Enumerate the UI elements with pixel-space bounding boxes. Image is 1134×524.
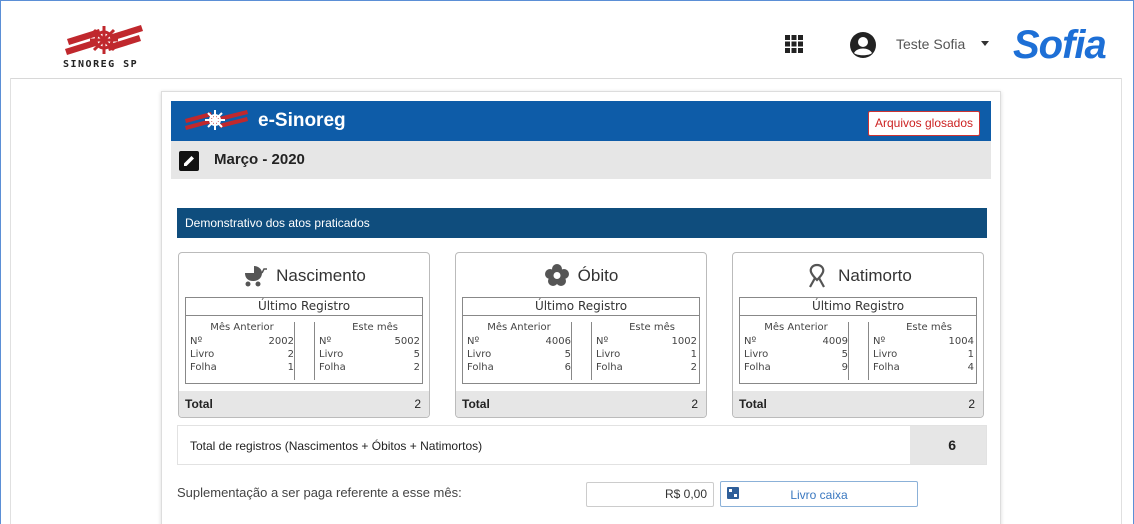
user-name[interactable]: Teste Sofia (896, 36, 965, 52)
column-header: Este mês (352, 322, 398, 333)
column-header: Este mês (906, 322, 952, 333)
n-label: Nº (873, 336, 886, 347)
suplementacao-value-field[interactable]: R$ 0,00 (586, 482, 714, 507)
total-registros-value: 6 (948, 437, 956, 453)
este-mes-column: Este mês Nº 1002 Livro 1 Folha 2 (591, 322, 697, 380)
box-total-row: Total 2 (179, 391, 429, 417)
registro-header: Último Registro (186, 298, 422, 316)
folha-label: Folha (596, 362, 623, 373)
registro-header: Último Registro (463, 298, 699, 316)
logo-text: SINOREG SP (63, 59, 139, 70)
total-registros-value-box: 6 (910, 426, 986, 464)
apps-grid-icon[interactable] (784, 34, 804, 54)
caret-down-icon[interactable] (981, 41, 989, 46)
top-bar: SINOREG SP Teste Sofia Sofia (1, 1, 1133, 77)
n-label: Nº (744, 336, 757, 347)
flower-icon (544, 264, 569, 286)
este-mes-column: Este mês Nº 1004 Livro 1 Folha 4 (868, 322, 974, 380)
period-label: Março - 2020 (214, 151, 305, 168)
n-value: 4006 (545, 336, 571, 347)
livro-value: 1 (690, 349, 697, 360)
mes-anterior-column: Mês Anterior Nº 2002 Livro 2 Folha 1 (190, 322, 295, 380)
column-header: Este mês (629, 322, 675, 333)
main-card: e-Sinoreg Arquivos glosados Março - 2020… (161, 91, 1001, 524)
card-header: e-Sinoreg Arquivos glosados (171, 101, 991, 141)
folha-label: Folha (467, 362, 494, 373)
livro-caixa-label: Livro caixa (790, 488, 848, 502)
este-mes-column: Este mês Nº 5002 Livro 5 Folha 2 (314, 322, 420, 380)
n-value: 1002 (671, 336, 697, 347)
folha-label: Folha (744, 362, 771, 373)
box-title-row: Óbito (456, 263, 706, 289)
app-window: SINOREG SP Teste Sofia Sofia e-Sinoreg A… (0, 0, 1134, 524)
livro-label: Livro (467, 349, 492, 360)
column-header: Mês Anterior (764, 322, 828, 333)
n-value: 5002 (394, 336, 420, 347)
livro-label: Livro (319, 349, 344, 360)
box-total-row: Total 2 (456, 391, 706, 417)
livro-caixa-button[interactable]: Livro caixa (720, 481, 918, 507)
folha-value: 4 (967, 362, 974, 373)
registro-table: Último Registro Mês Anterior Nº 4006 Livr… (462, 297, 700, 384)
folha-value: 2 (413, 362, 420, 373)
folha-label: Folha (873, 362, 900, 373)
livro-label: Livro (744, 349, 769, 360)
column-header: Mês Anterior (210, 322, 274, 333)
mes-anterior-column: Mês Anterior Nº 4006 Livro 5 Folha 6 (467, 322, 572, 380)
nascimento-box: Nascimento Último Registro Mês Anterior … (178, 252, 430, 418)
total-label: Total (462, 397, 490, 411)
livro-label: Livro (873, 349, 898, 360)
box-title-row: Natimorto (733, 263, 983, 289)
total-value: 2 (968, 397, 975, 411)
topbar-divider (10, 78, 1122, 79)
total-registros-label: Total de registros (Nascimentos + Óbitos… (190, 439, 483, 453)
baby-stroller-icon (245, 266, 268, 287)
total-label: Total (739, 397, 767, 411)
n-label: Nº (467, 336, 480, 347)
n-value: 1004 (948, 336, 974, 347)
folha-value: 2 (690, 362, 697, 373)
ribbon-icon (809, 263, 826, 288)
card-title: e-Sinoreg (258, 110, 346, 131)
box-title: Nascimento (276, 266, 366, 285)
arquivos-glosados-button[interactable]: Arquivos glosados (868, 111, 980, 136)
registro-table: Último Registro Mês Anterior Nº 4009 Livr… (739, 297, 977, 384)
livro-value: 1 (967, 349, 974, 360)
total-value: 2 (414, 397, 421, 411)
section-title: Demonstrativo dos atos praticados (177, 208, 987, 238)
box-title: Óbito (577, 266, 619, 285)
e-sinoreg-logo-icon (185, 110, 248, 130)
right-divider (1121, 78, 1122, 524)
left-divider (10, 78, 11, 524)
folha-label: Folha (319, 362, 346, 373)
column-header: Mês Anterior (487, 322, 551, 333)
n-value: 2002 (268, 336, 294, 347)
livro-value: 5 (413, 349, 420, 360)
mes-anterior-column: Mês Anterior Nº 4009 Livro 5 Folha 9 (744, 322, 849, 380)
livro-label: Livro (596, 349, 621, 360)
user-circle-icon[interactable] (849, 31, 877, 59)
period-bar: Março - 2020 (171, 141, 991, 179)
natimorto-box: Natimorto Último Registro Mês Anterior N… (732, 252, 984, 418)
n-value: 4009 (822, 336, 848, 347)
n-label: Nº (190, 336, 203, 347)
n-label: Nº (319, 336, 332, 347)
box-title-row: Nascimento (179, 263, 429, 289)
folha-label: Folha (190, 362, 217, 373)
n-label: Nº (596, 336, 609, 347)
box-total-row: Total 2 (733, 391, 983, 417)
livro-label: Livro (190, 349, 215, 360)
total-registros-row: Total de registros (Nascimentos + Óbitos… (177, 425, 987, 465)
edit-icon[interactable] (179, 151, 199, 171)
registro-table: Último Registro Mês Anterior Nº 2002 Livr… (185, 297, 423, 384)
sofia-brand-logo: Sofia (1013, 23, 1107, 67)
suplementacao-label: Suplementação a ser paga referente a ess… (177, 485, 462, 500)
box-title: Natimorto (838, 266, 912, 285)
total-value: 2 (691, 397, 698, 411)
obito-box: Óbito Último Registro Mês Anterior Nº 400… (455, 252, 707, 418)
registro-header: Último Registro (740, 298, 976, 316)
total-label: Total (185, 397, 213, 411)
